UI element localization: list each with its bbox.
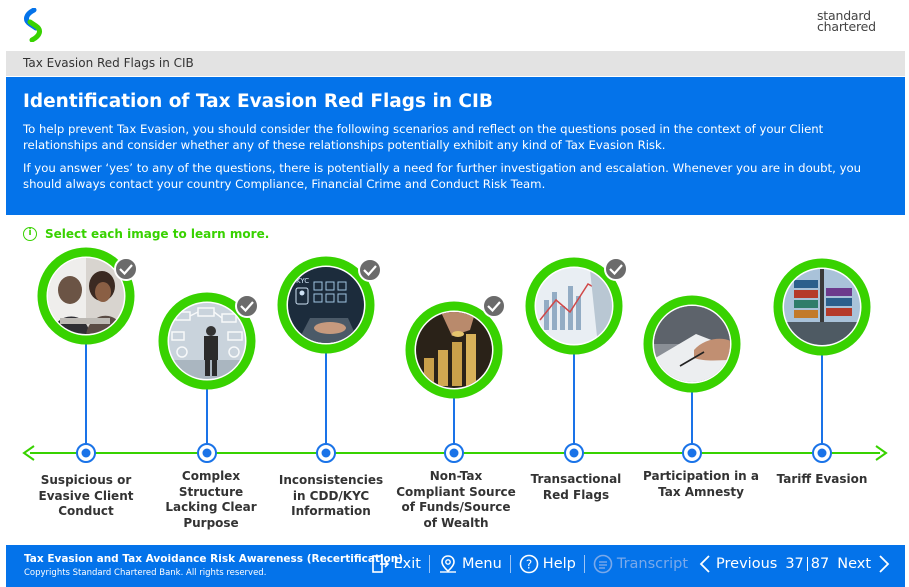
visited-check-icon — [358, 258, 382, 282]
next-button[interactable]: Next — [837, 554, 895, 574]
transcript-label: Transcript — [616, 556, 689, 572]
timeline-node-dot — [569, 448, 579, 458]
timeline-node-dot — [202, 448, 212, 458]
exit-icon — [371, 555, 389, 573]
navigation-bar: Exit Menu ? Help Transcript Previous 37 … — [370, 554, 895, 574]
scenario-label: Non-Tax Compliant Source of Funds/Source… — [396, 469, 516, 530]
timeline-node-dot — [81, 448, 91, 458]
previous-label: Previous — [716, 556, 778, 572]
map-pin-icon — [439, 555, 456, 573]
scenario-image-source-of-funds[interactable] — [405, 301, 503, 399]
scenario-label: Suspicious or Evasive Client Conduct — [38, 473, 134, 518]
timeline-node-dot — [449, 448, 459, 458]
visited-check-icon — [235, 294, 259, 318]
copyright-text: Copyrights Standard Chartered Bank. All … — [24, 568, 267, 578]
exit-button[interactable]: Exit — [370, 554, 421, 574]
scenario-timeline: KYC — [22, 247, 888, 463]
previous-button[interactable]: Previous — [698, 554, 777, 574]
next-label: Next — [837, 556, 871, 572]
page-current: 37 — [785, 556, 804, 572]
scenario-label: Complex Structure Lacking Clear Purpose — [165, 469, 257, 530]
page-indicator: 37 87 — [785, 556, 829, 572]
svg-text:?: ? — [526, 558, 532, 572]
menu-button[interactable]: Menu — [438, 554, 502, 574]
transcript-button[interactable]: Transcript — [593, 554, 688, 574]
scenario-label: Transactional Red Flags — [530, 472, 622, 502]
course-title: Tax Evasion and Tax Avoidance Risk Aware… — [24, 553, 404, 565]
help-label: Help — [542, 556, 576, 572]
footer-bar: Tax Evasion and Tax Avoidance Risk Aware… — [6, 545, 905, 587]
help-button[interactable]: ? Help — [519, 554, 576, 574]
visited-check-icon — [114, 257, 138, 281]
scenario-image-transactional[interactable] — [525, 257, 623, 355]
visited-check-icon — [482, 294, 506, 318]
page-divider — [806, 557, 808, 571]
exit-label: Exit — [393, 556, 421, 572]
chevron-left-icon — [699, 555, 710, 573]
menu-label: Menu — [461, 556, 502, 572]
transcript-icon — [593, 554, 613, 574]
help-icon: ? — [519, 554, 539, 574]
visited-check-icon — [604, 257, 628, 281]
scenario-label: Tariff Evasion — [776, 472, 868, 486]
timeline-node-dot — [321, 448, 331, 458]
timeline-node-dot — [687, 448, 697, 458]
nav-divider — [509, 555, 511, 573]
nav-divider — [428, 555, 430, 573]
scenario-image-kyc[interactable]: KYC — [277, 256, 375, 354]
scenario-label: Inconsistencies in CDD/KYC Information — [278, 473, 384, 518]
scenario-image-tax-amnesty[interactable] — [643, 295, 741, 393]
nav-divider — [583, 555, 585, 573]
chevron-right-icon — [879, 555, 890, 573]
scenario-image-tariff-evasion[interactable] — [773, 258, 871, 356]
page-total: 87 — [810, 556, 830, 572]
timeline-node-dot — [817, 448, 827, 458]
scenario-label: Participation in a Tax Amnesty — [643, 469, 759, 499]
